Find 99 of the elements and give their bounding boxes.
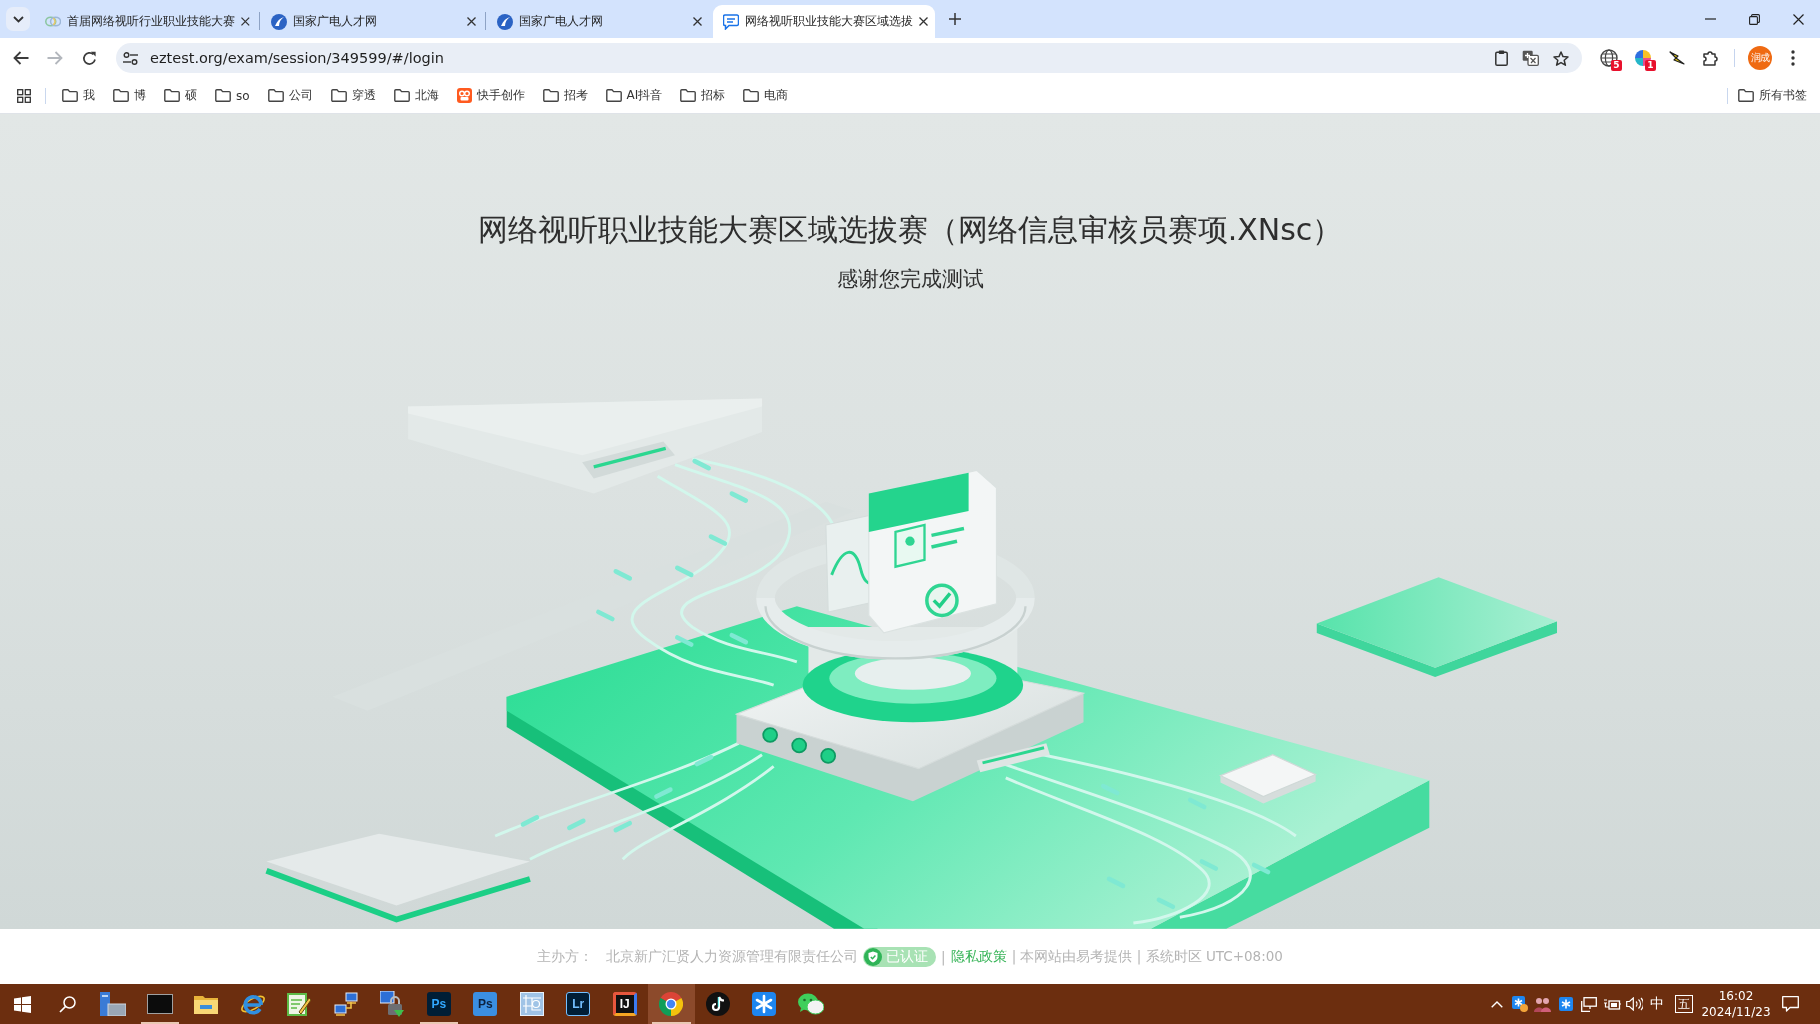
bookmark-item[interactable]: 北海 bbox=[387, 82, 445, 109]
taskbar-button[interactable]: Ps bbox=[415, 984, 462, 1024]
translate-icon[interactable] bbox=[1522, 50, 1539, 66]
page-title: 网络视听职业技能大赛区域选拔赛（网络信息审核员赛项.XNsc） bbox=[477, 211, 1343, 249]
bookmark-item[interactable]: AI抖音 bbox=[599, 82, 669, 109]
app-logo: Ps bbox=[473, 992, 498, 1016]
search-icon[interactable] bbox=[58, 995, 76, 1013]
reload-icon[interactable] bbox=[81, 50, 97, 66]
folder-icon bbox=[743, 89, 760, 102]
close-icon[interactable] bbox=[693, 17, 702, 26]
folder-icon bbox=[62, 89, 78, 102]
app-logo: Lr bbox=[566, 992, 591, 1016]
bookmark-item[interactable]: so bbox=[209, 82, 256, 109]
bookmark-item[interactable]: 我 bbox=[56, 82, 101, 109]
input-mode-indicator[interactable]: 五 bbox=[1675, 995, 1693, 1013]
bookmark-item[interactable]: 博 bbox=[107, 82, 152, 109]
bookmark-item[interactable]: 招标 bbox=[674, 82, 732, 109]
lock-icon bbox=[380, 991, 405, 1017]
asterisk-app-icon[interactable] bbox=[1511, 996, 1528, 1012]
browser-tab[interactable]: 国家广电人才网 bbox=[487, 5, 709, 38]
browser-tab[interactable]: 首届网络视听行业职业技能大赛 bbox=[35, 5, 257, 38]
taskbar-button[interactable]: IJ bbox=[601, 984, 648, 1024]
count-badge: 1 bbox=[1645, 60, 1656, 71]
close-icon[interactable] bbox=[1792, 13, 1804, 25]
asterisk-app-icon[interactable] bbox=[1558, 997, 1573, 1011]
chat-bubble-icon bbox=[723, 13, 739, 30]
taskbar-button[interactable]: Lr bbox=[555, 984, 602, 1024]
all-bookmarks-item[interactable]: 所有书签 bbox=[1732, 82, 1813, 109]
bookmark-item[interactable]: 穿透 bbox=[324, 82, 382, 109]
puzzle-icon[interactable] bbox=[1703, 50, 1719, 66]
speaker-icon[interactable] bbox=[1626, 997, 1643, 1011]
chat-bubbles-icon bbox=[797, 993, 824, 1015]
battery-plug-icon[interactable] bbox=[1602, 998, 1621, 1010]
app-logo: Ps bbox=[426, 992, 451, 1016]
taskbar-button[interactable]: Ps bbox=[462, 984, 509, 1024]
bookmark-item[interactable]: 硕 bbox=[158, 82, 203, 109]
organizer-name: 北京新广汇贤人力资源管理有限责任公司 bbox=[606, 947, 859, 966]
apps-grid-icon[interactable] bbox=[17, 88, 31, 103]
bookmark-item[interactable]: 快手创作 bbox=[450, 82, 531, 109]
music-note-icon bbox=[705, 992, 730, 1016]
folder-icon bbox=[267, 89, 284, 102]
window-panes-icon[interactable] bbox=[13, 995, 31, 1013]
tab-search-button[interactable] bbox=[6, 7, 30, 31]
separator-text: | bbox=[941, 948, 946, 965]
close-icon[interactable] bbox=[467, 17, 476, 26]
tricolor-ring-icon bbox=[659, 992, 684, 1016]
folder-icon bbox=[393, 89, 410, 102]
crescent-logo-icon bbox=[271, 13, 287, 30]
app-logo: IJ bbox=[612, 992, 637, 1016]
clipboard-icon[interactable] bbox=[1495, 50, 1508, 66]
site-notice: | 本网站由易考提供 | 系统时区 UTC+08:00 bbox=[1011, 947, 1283, 966]
folder-icon bbox=[605, 89, 622, 102]
two-people-icon[interactable] bbox=[1534, 996, 1551, 1012]
app-logo-icon bbox=[456, 88, 472, 103]
star-icon[interactable] bbox=[1553, 50, 1569, 66]
network-monitor-icon[interactable] bbox=[1580, 996, 1597, 1012]
folder-icon bbox=[680, 89, 697, 102]
restore-icon[interactable] bbox=[1748, 13, 1760, 25]
count-badge: 5 bbox=[1611, 60, 1622, 71]
terminal-icon bbox=[146, 994, 173, 1014]
browser-e-icon bbox=[239, 992, 266, 1016]
chevron-up-icon[interactable] bbox=[1490, 1000, 1503, 1008]
crescent-logo-icon bbox=[497, 13, 513, 30]
folder-icon bbox=[113, 89, 129, 102]
computer-icon bbox=[100, 992, 127, 1016]
folder-icon bbox=[194, 994, 219, 1014]
interlocking-rings-icon bbox=[45, 16, 62, 27]
address-field[interactable]: eztest.org/exam/session/349599/#/login bbox=[116, 43, 1582, 73]
notification-icon[interactable] bbox=[1781, 996, 1799, 1012]
bookmark-item[interactable]: 招考 bbox=[536, 82, 594, 109]
close-icon[interactable] bbox=[241, 17, 250, 26]
organizer-label: 主办方： bbox=[537, 947, 594, 966]
input-language-indicator[interactable]: 中 bbox=[1646, 995, 1667, 1013]
more-options-icon[interactable] bbox=[1791, 50, 1795, 66]
back-arrow-icon[interactable] bbox=[13, 51, 29, 65]
shield-check-icon bbox=[864, 947, 883, 966]
folder-icon bbox=[1738, 89, 1754, 102]
blueprint-icon bbox=[519, 992, 544, 1016]
browser-tab[interactable]: 网络视听职业技能大赛区域选拔 bbox=[713, 5, 935, 38]
edit-document-icon bbox=[287, 992, 312, 1016]
clock-button[interactable]: 16:02 2024/11/23 bbox=[1701, 984, 1771, 1024]
folder-icon bbox=[164, 89, 180, 102]
verified-text: 已认证 bbox=[886, 947, 929, 966]
network-computers-icon bbox=[333, 992, 358, 1016]
close-icon[interactable] bbox=[919, 17, 928, 26]
browser-tab[interactable]: 国家广电人才网 bbox=[261, 5, 483, 38]
folder-icon bbox=[330, 89, 347, 102]
completion-message: 感谢您完成测试 bbox=[836, 266, 984, 293]
minimize-icon[interactable] bbox=[1704, 18, 1716, 20]
chevron-down-icon bbox=[12, 15, 24, 23]
lightning-icon[interactable] bbox=[1669, 50, 1685, 66]
globe-icon[interactable] bbox=[1600, 49, 1618, 67]
folder-icon bbox=[215, 89, 231, 102]
asterisk-app-icon bbox=[752, 992, 777, 1016]
site-settings-icon[interactable] bbox=[123, 51, 138, 65]
plus-icon[interactable] bbox=[949, 13, 961, 25]
bookmark-item[interactable]: 电商 bbox=[737, 82, 795, 109]
folder-icon bbox=[542, 89, 559, 102]
bookmark-item[interactable]: 公司 bbox=[261, 82, 319, 109]
